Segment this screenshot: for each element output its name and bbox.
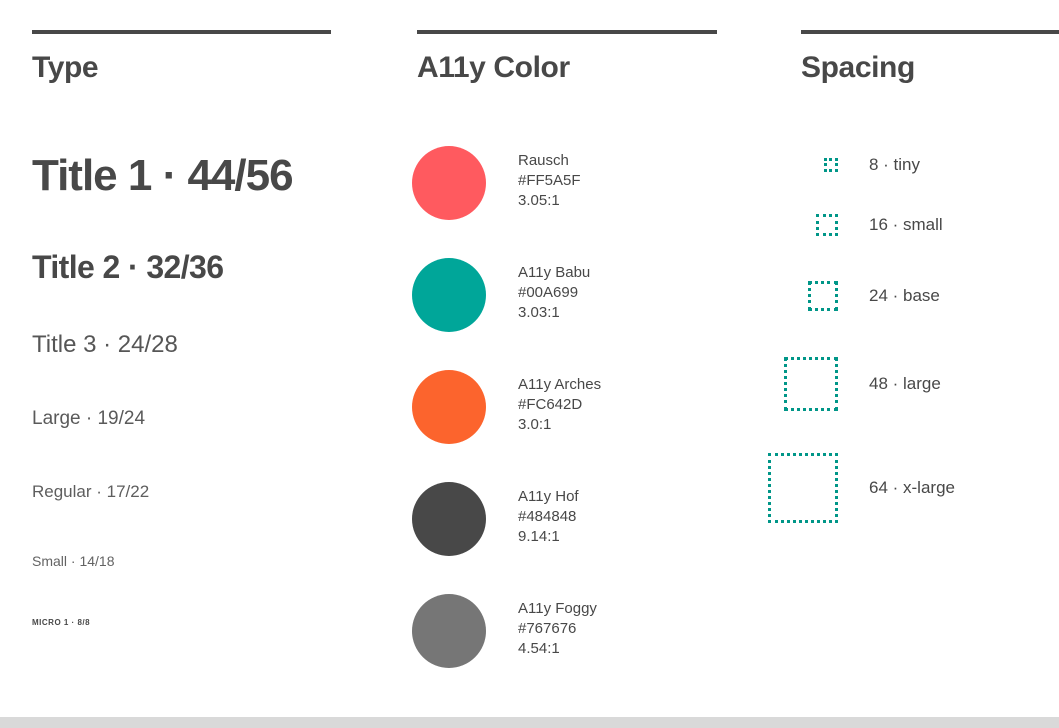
spacing-token-label: 24 · base [869,286,940,305]
spacing-token-row: 64 · x-large [760,453,1059,523]
column-rule-spacing [801,30,1059,34]
column-rule-type [32,30,331,34]
color-swatch-info: Rausch #FF5A5F 3.05:1 [518,146,581,211]
color-swatch-circle [412,482,486,556]
spacing-token-label: 64 · x-large [869,478,955,497]
color-contrast: 3.05:1 [518,192,560,209]
color-swatch-circle [412,594,486,668]
color-swatch-info: A11y Arches #FC642D 3.0:1 [518,370,601,435]
type-specimen-micro-1: MICRO 1 · 8/8 [32,618,91,627]
color-name: Rausch [518,152,569,169]
color-hex: #484848 [518,508,577,525]
type-specimen-title-3: Title 3 · 24/28 [32,331,178,358]
spacing-box-slot [760,281,838,311]
spacing-box-slot [760,453,838,523]
color-name: A11y Hof [518,488,579,505]
color-swatch-info: A11y Foggy #767676 4.54:1 [518,594,597,659]
spacing-token-row: 16 · small [760,214,1059,236]
type-specimen-large: Large · 19/24 [32,408,146,429]
type-specimen-regular: Regular · 17/22 [32,482,150,501]
spacing-token-row: 48 · large [760,357,1059,411]
type-specimen-title-1: Title 1 · 44/56 [32,151,294,200]
column-heading-spacing: Spacing [801,51,915,84]
color-name: A11y Arches [518,376,602,393]
color-swatch-info: A11y Hof #484848 9.14:1 [518,482,579,547]
color-hex: #FC642D [518,396,583,413]
footer-strip [0,717,1059,728]
color-contrast: 9.14:1 [518,528,560,545]
color-hex: #767676 [518,620,577,637]
spacing-token-row: 24 · base [760,281,1059,311]
spacing-token-row: 8 · tiny [760,154,1059,176]
color-contrast: 3.03:1 [518,304,560,321]
color-name: A11y Babu [518,264,591,281]
spacing-box [784,357,838,411]
color-swatch-row: A11y Babu #00A699 3.03:1 [412,258,590,332]
color-swatch-row: A11y Foggy #767676 4.54:1 [412,594,597,668]
color-hex: #FF5A5F [518,172,581,189]
type-specimen-small: Small · 14/18 [32,553,115,569]
color-swatch-row: Rausch #FF5A5F 3.05:1 [412,146,581,220]
spacing-token-label: 16 · small [869,215,943,234]
color-swatch-circle [412,258,486,332]
spacing-box-slot [760,357,838,411]
spacing-box [768,453,838,523]
column-heading-type: Type [32,51,99,84]
color-hex: #00A699 [518,284,579,301]
color-swatch-circle [412,370,486,444]
color-name: A11y Foggy [518,600,597,617]
color-swatch-row: A11y Hof #484848 9.14:1 [412,482,579,556]
color-contrast: 3.0:1 [518,416,552,433]
color-contrast: 4.54:1 [518,640,560,657]
spacing-box-slot [760,214,838,236]
spacing-box [824,158,838,172]
spacing-token-label: 8 · tiny [869,155,921,174]
spacing-box [808,281,838,311]
type-specimen-title-2: Title 2 · 32/36 [32,249,224,285]
color-swatch-circle [412,146,486,220]
spacing-box-slot [760,158,838,172]
spacing-token-label: 48 · large [869,374,941,393]
style-guide-canvas: Type A11y Color Spacing Title 1 · 44/56 … [0,0,1059,728]
spacing-box [816,214,838,236]
column-heading-color: A11y Color [417,51,570,84]
color-swatch-info: A11y Babu #00A699 3.03:1 [518,258,590,323]
color-swatch-row: A11y Arches #FC642D 3.0:1 [412,370,601,444]
column-rule-color [417,30,717,34]
